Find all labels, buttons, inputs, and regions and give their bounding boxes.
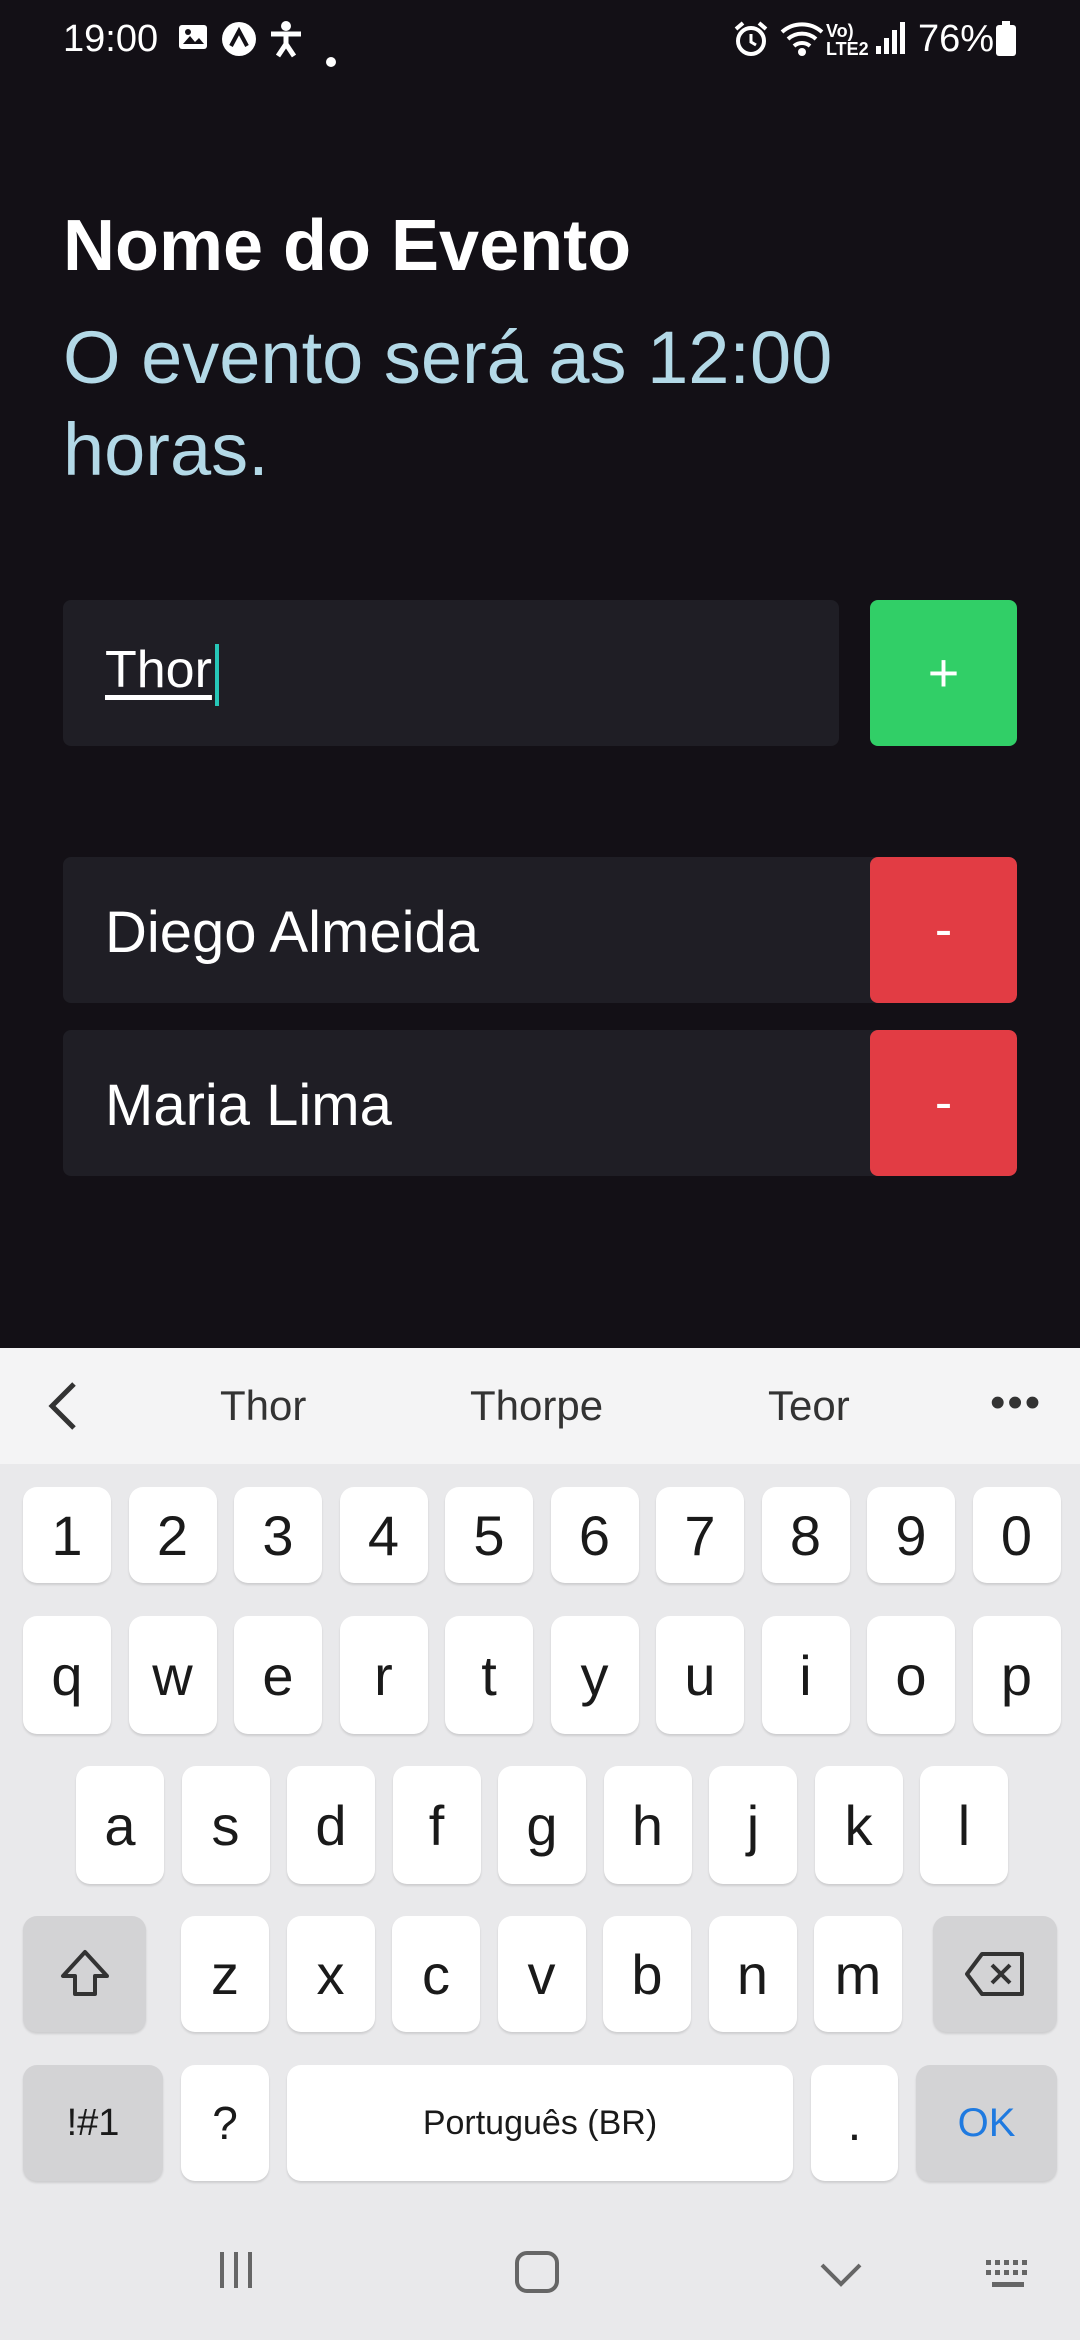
letter-key-d[interactable]: d <box>287 1766 375 1884</box>
number-key-1[interactable]: 1 <box>23 1487 111 1583</box>
battery-icon <box>994 20 1018 68</box>
backspace-key[interactable] <box>933 1916 1057 2032</box>
period-key[interactable]: . <box>811 2065 898 2181</box>
text-caret <box>215 644 219 706</box>
accessibility-icon <box>268 20 304 68</box>
letter-key-u[interactable]: u <box>656 1616 744 1734</box>
space-key[interactable]: Português (BR) <box>287 2065 793 2181</box>
participant-row: Maria Lima - <box>63 1030 1017 1176</box>
number-key-9[interactable]: 9 <box>867 1487 955 1583</box>
participant-name: Maria Lima <box>105 1073 392 1138</box>
letter-key-l[interactable]: l <box>920 1766 1008 1884</box>
remove-participant-button[interactable]: - <box>870 857 1017 1003</box>
letter-key-a[interactable]: a <box>76 1766 164 1884</box>
letter-key-v[interactable]: v <box>497 1916 586 2032</box>
number-key-3[interactable]: 3 <box>234 1487 322 1583</box>
letter-key-h[interactable]: h <box>603 1766 692 1884</box>
letter-key-i[interactable]: i <box>761 1616 850 1734</box>
letter-key-r[interactable]: r <box>339 1616 428 1734</box>
number-key-4[interactable]: 4 <box>339 1487 428 1583</box>
ok-key[interactable]: OK <box>916 2065 1057 2181</box>
question-key[interactable]: ? <box>181 2065 269 2181</box>
recent-apps-icon[interactable] <box>216 2250 256 2295</box>
status-bar: 19:00 Vo) LTE2 76% <box>0 0 1080 80</box>
letter-key-t[interactable]: t <box>445 1616 533 1734</box>
number-key-0[interactable]: 0 <box>972 1487 1061 1583</box>
signal-icon <box>874 20 906 66</box>
letter-key-n[interactable]: n <box>708 1916 797 2032</box>
letter-key-f[interactable]: f <box>392 1766 481 1884</box>
participant-name-input[interactable]: Thor <box>63 600 839 746</box>
letter-key-p[interactable]: p <box>972 1616 1061 1734</box>
participant-row: Diego Almeida - <box>63 857 1017 1003</box>
suggestion-3[interactable]: Teor <box>768 1382 850 1430</box>
symbols-key[interactable]: !#1 <box>23 2065 163 2181</box>
volte-icon: Vo) LTE2 <box>826 21 869 59</box>
letter-key-b[interactable]: b <box>603 1916 691 2032</box>
status-time: 19:00 <box>63 18 159 60</box>
suggestion-2[interactable]: Thorpe <box>470 1382 603 1430</box>
gallery-icon <box>176 20 210 64</box>
keyboard-icon[interactable] <box>984 2258 1034 2297</box>
app-icon <box>220 20 258 68</box>
letter-key-c[interactable]: c <box>392 1916 480 2032</box>
suggestion-1[interactable]: Thor <box>220 1382 306 1430</box>
participant-name: Diego Almeida <box>105 900 479 965</box>
letter-key-s[interactable]: s <box>181 1766 270 1884</box>
wifi-icon <box>780 20 824 68</box>
letter-key-k[interactable]: k <box>814 1766 903 1884</box>
backspace-icon <box>965 1952 1024 1996</box>
more-options-icon[interactable]: ••• <box>990 1378 1042 1428</box>
suggestion-bar: Thor Thorpe Teor ••• <box>0 1348 1080 1464</box>
letter-key-z[interactable]: z <box>181 1916 269 2032</box>
letter-key-j[interactable]: j <box>709 1766 797 1884</box>
letter-key-x[interactable]: x <box>286 1916 375 2032</box>
chevron-left-icon[interactable] <box>44 1378 84 1439</box>
remove-participant-button[interactable]: - <box>870 1030 1017 1176</box>
number-key-5[interactable]: 5 <box>445 1487 533 1583</box>
event-subtitle: O evento será as 12:00 horas. <box>63 316 833 491</box>
dot-icon <box>326 34 336 77</box>
letter-key-e[interactable]: e <box>234 1616 322 1734</box>
letter-key-w[interactable]: w <box>128 1616 217 1734</box>
home-icon[interactable] <box>514 2250 560 2299</box>
number-key-6[interactable]: 6 <box>550 1487 639 1583</box>
navigation-bar <box>0 2190 1080 2340</box>
battery-percent: 76% <box>918 18 995 60</box>
event-title: Nome do Evento <box>63 206 632 286</box>
letter-key-g[interactable]: g <box>498 1766 586 1884</box>
letter-key-q[interactable]: q <box>23 1616 111 1734</box>
chevron-down-icon[interactable] <box>818 2260 864 2295</box>
screen: 19:00 Vo) LTE2 76% Nome do Evento O event… <box>0 0 1080 2340</box>
number-key-8[interactable]: 8 <box>761 1487 850 1583</box>
number-key-7[interactable]: 7 <box>656 1487 744 1583</box>
shift-key[interactable] <box>23 1916 146 2032</box>
add-participant-button[interactable]: + <box>870 600 1017 746</box>
number-key-2[interactable]: 2 <box>128 1487 217 1583</box>
shift-icon <box>60 1950 109 1996</box>
letter-key-m[interactable]: m <box>814 1916 902 2032</box>
input-value: Thor <box>105 641 212 699</box>
letter-key-y[interactable]: y <box>550 1616 639 1734</box>
alarm-icon <box>732 20 770 68</box>
letter-key-o[interactable]: o <box>867 1616 955 1734</box>
